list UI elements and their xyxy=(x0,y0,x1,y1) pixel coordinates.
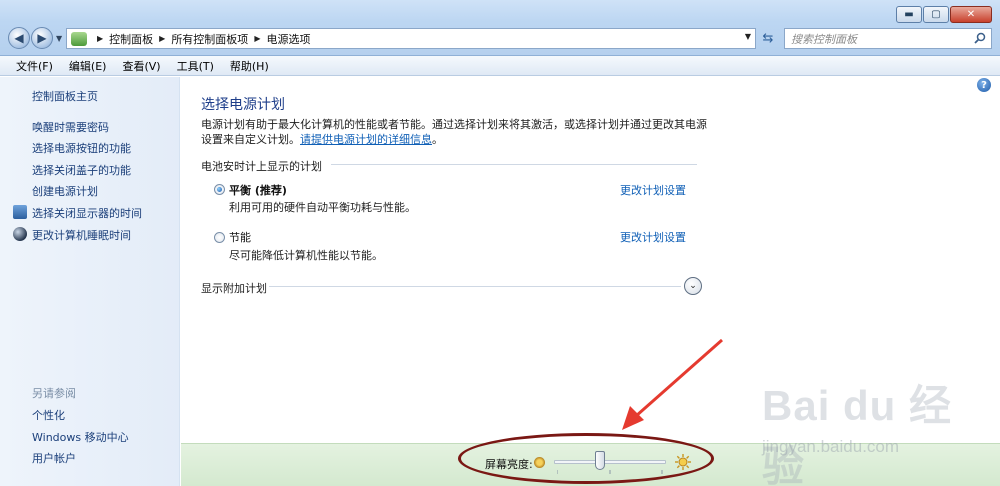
maximize-button[interactable]: ▢ xyxy=(923,6,949,23)
plan-saver-desc: 尽可能降低计算机性能以节能。 xyxy=(229,249,383,262)
sidebar-item-power-button[interactable]: 选择电源按钮的功能 xyxy=(32,140,131,156)
address-dropdown-icon[interactable]: ▼ xyxy=(745,32,751,41)
plan-details-link[interactable]: 请提供电源计划的详细信息 xyxy=(300,133,432,146)
sidebar: 控制面板主页 唤醒时需要密码 选择电源按钮的功能 选择关闭盖子的功能 创建电源计… xyxy=(0,77,180,486)
monitor-icon xyxy=(13,205,27,219)
group-divider xyxy=(331,164,697,165)
forward-button[interactable]: ▶ xyxy=(31,27,53,49)
navigation-buttons: ◀ ▶ ▼ xyxy=(8,27,62,49)
moon-icon xyxy=(13,227,27,241)
plan-saver-radio[interactable] xyxy=(214,232,225,243)
expand-plans-button[interactable]: ⌄ xyxy=(684,277,702,295)
chevron-right-icon[interactable]: ▶ xyxy=(254,34,260,43)
minimize-button[interactable]: ▬ xyxy=(896,6,922,23)
watermark-url: jingyan.baidu.com xyxy=(762,437,900,456)
menu-edit[interactable]: 编辑(E) xyxy=(61,58,115,74)
address-bar[interactable]: ▶ 控制面板 ▶ 所有控制面板项 ▶ 电源选项 ▼ xyxy=(66,28,756,49)
description-text: 电源计划有助于最大化计算机的性能或者节能。通过选择计划来将其激活，或选择计划并通… xyxy=(201,118,707,146)
breadcrumb-power-options[interactable]: 电源选项 xyxy=(266,31,310,47)
menu-view[interactable]: 查看(V) xyxy=(114,58,168,74)
see-also-heading: 另请参阅 xyxy=(32,387,76,400)
annotation-arrow xyxy=(622,338,723,430)
plan-balanced-radio[interactable] xyxy=(214,184,225,195)
plans-group-label: 电池安时计上显示的计划 xyxy=(201,160,322,173)
sidebar-item-sleep-time[interactable]: 更改计算机睡眠时间 xyxy=(32,227,131,243)
watermark-logo: Bai du 经验 xyxy=(762,382,953,486)
back-button[interactable]: ◀ xyxy=(8,27,30,49)
window-chrome: ▬ ▢ ✕ ◀ ▶ ▼ ▶ 控制面板 ▶ 所有控制面板项 ▶ 电源选项 ▼ ⇆ … xyxy=(0,0,1000,56)
sidebar-item-lid-close[interactable]: 选择关闭盖子的功能 xyxy=(32,162,131,178)
search-input[interactable]: 搜索控制面板 xyxy=(784,28,992,49)
see-also-user-accounts[interactable]: 用户帐户 xyxy=(32,450,76,466)
description-end: 。 xyxy=(432,133,443,146)
more-plans-divider xyxy=(269,286,681,287)
sidebar-home-link[interactable]: 控制面板主页 xyxy=(32,88,98,104)
search-placeholder: 搜索控制面板 xyxy=(791,32,857,46)
breadcrumb-control-panel[interactable]: 控制面板 xyxy=(109,31,153,47)
plan-balanced-name[interactable]: 平衡 (推荐) xyxy=(229,182,287,198)
page-title: 选择电源计划 xyxy=(201,97,285,113)
plan-balanced-settings-link[interactable]: 更改计划设置 xyxy=(620,182,686,198)
control-panel-icon xyxy=(71,31,87,46)
baidu-watermark: Bai du 经验 jingyan.baidu.com xyxy=(762,372,982,486)
chevron-right-icon[interactable]: ▶ xyxy=(97,34,103,43)
refresh-icon[interactable]: ⇆ xyxy=(758,29,778,48)
sidebar-item-create-plan[interactable]: 创建电源计划 xyxy=(32,183,98,199)
page-description: 电源计划有助于最大化计算机的性能或者节能。通过选择计划来将其激活，或选择计划并通… xyxy=(201,117,711,147)
recent-pages-dropdown-icon[interactable]: ▼ xyxy=(56,34,62,43)
plan-saver-settings-link[interactable]: 更改计划设置 xyxy=(620,229,686,245)
plan-saver-name[interactable]: 节能 xyxy=(229,229,251,245)
sidebar-item-display-off[interactable]: 选择关闭显示器的时间 xyxy=(32,205,142,221)
close-button[interactable]: ✕ xyxy=(950,6,992,23)
chevron-right-icon[interactable]: ▶ xyxy=(159,34,165,43)
sidebar-item-wake-password[interactable]: 唤醒时需要密码 xyxy=(32,119,109,135)
see-also-personalization[interactable]: 个性化 xyxy=(32,407,65,423)
show-more-plans-label[interactable]: 显示附加计划 xyxy=(201,280,267,296)
window-controls: ▬ ▢ ✕ xyxy=(895,6,992,23)
plan-balanced-desc: 利用可用的硬件自动平衡功耗与性能。 xyxy=(229,201,416,214)
chevron-down-icon: ⌄ xyxy=(689,281,697,291)
menu-bar: 文件(F) 编辑(E) 查看(V) 工具(T) 帮助(H) xyxy=(0,56,1000,76)
menu-help[interactable]: 帮助(H) xyxy=(222,58,277,74)
menu-file[interactable]: 文件(F) xyxy=(8,58,61,74)
breadcrumb-all-items[interactable]: 所有控制面板项 xyxy=(171,31,248,47)
search-icon[interactable] xyxy=(974,32,986,44)
menu-tools[interactable]: 工具(T) xyxy=(169,58,222,74)
see-also-mobility-center[interactable]: Windows 移动中心 xyxy=(32,429,129,445)
